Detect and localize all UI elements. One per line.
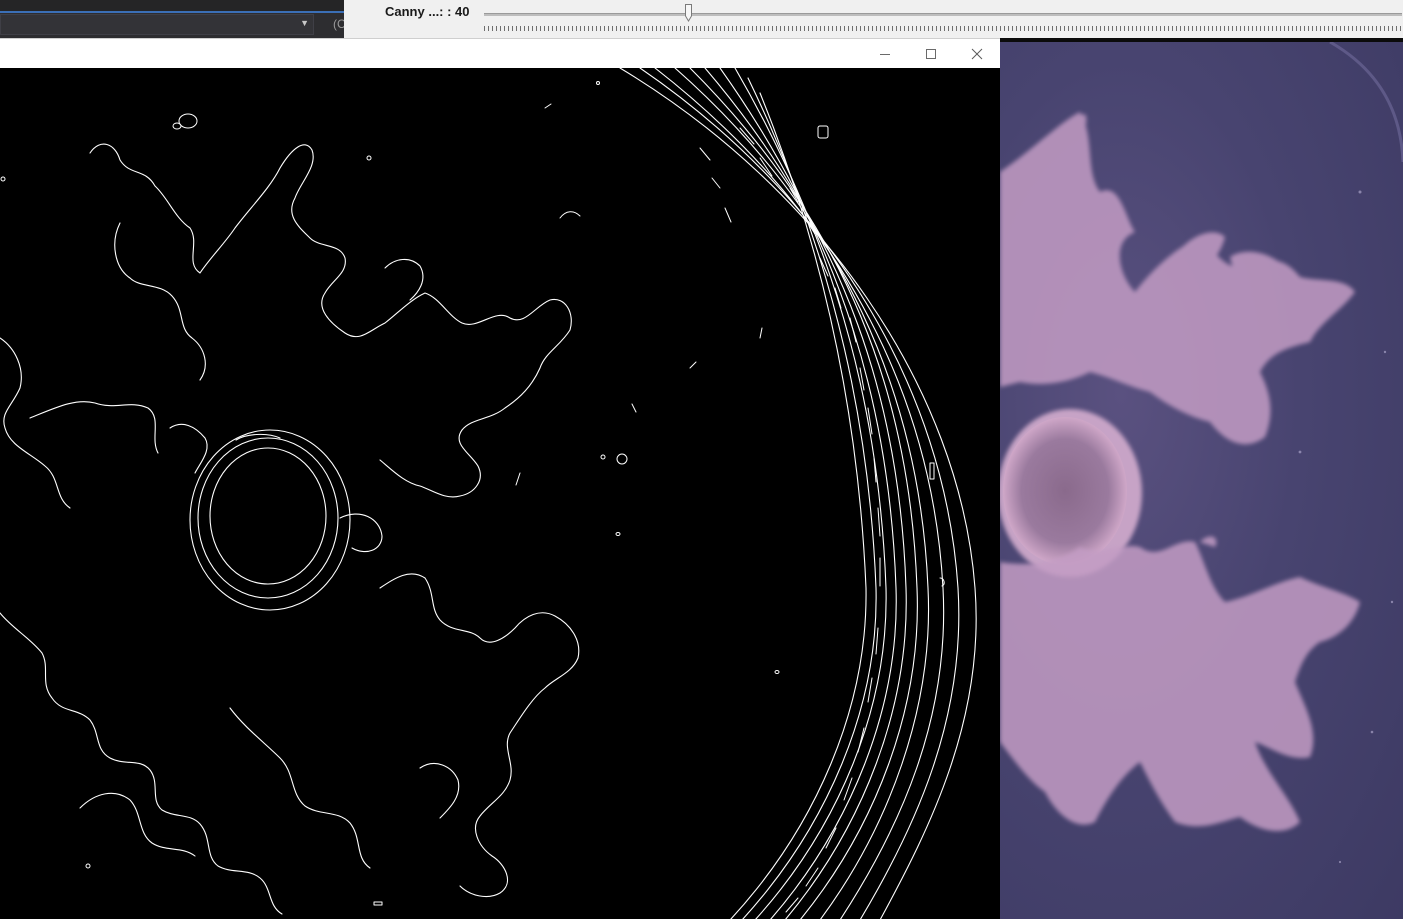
speck-edges [0, 81, 780, 906]
ide-toolbar: ▼ (C [0, 0, 344, 38]
edge-image [0, 68, 1000, 919]
source-image-window [1000, 42, 1403, 919]
upper-colony [1000, 112, 1355, 445]
source-image [1000, 42, 1403, 864]
dish-rim-edges [619, 68, 977, 919]
upper-colony-edges [0, 143, 572, 509]
canny-edge-window [0, 38, 1000, 919]
trackbar-panel: Canny ...: : 40 [344, 0, 1403, 38]
minimize-button[interactable] [862, 39, 908, 68]
edge-drawing [0, 68, 977, 919]
maximize-button[interactable] [908, 39, 954, 68]
desktop: ▼ (C Canny ...: : 40 [0, 0, 1403, 919]
ide-tab-strip [0, 0, 344, 13]
close-icon [971, 48, 983, 59]
minimize-icon [880, 53, 890, 55]
ide-dropdown[interactable]: ▼ [0, 14, 314, 35]
trackbar-label: Canny ...: : 40 [385, 4, 470, 19]
title-bar[interactable] [0, 39, 1000, 68]
lower-colony [1000, 536, 1360, 832]
trackbar-thumb[interactable] [685, 4, 692, 22]
lower-colony-edges [0, 573, 580, 915]
chevron-down-icon[interactable]: ▼ [300, 18, 309, 28]
ide-side-text: (C [333, 17, 344, 31]
trackbar-ticks [484, 26, 1402, 31]
center-colony-edges [189, 429, 383, 611]
maximize-icon [926, 48, 936, 59]
trackbar-track[interactable] [484, 13, 1402, 16]
close-button[interactable] [954, 39, 1000, 68]
rim-fragments [699, 125, 945, 913]
